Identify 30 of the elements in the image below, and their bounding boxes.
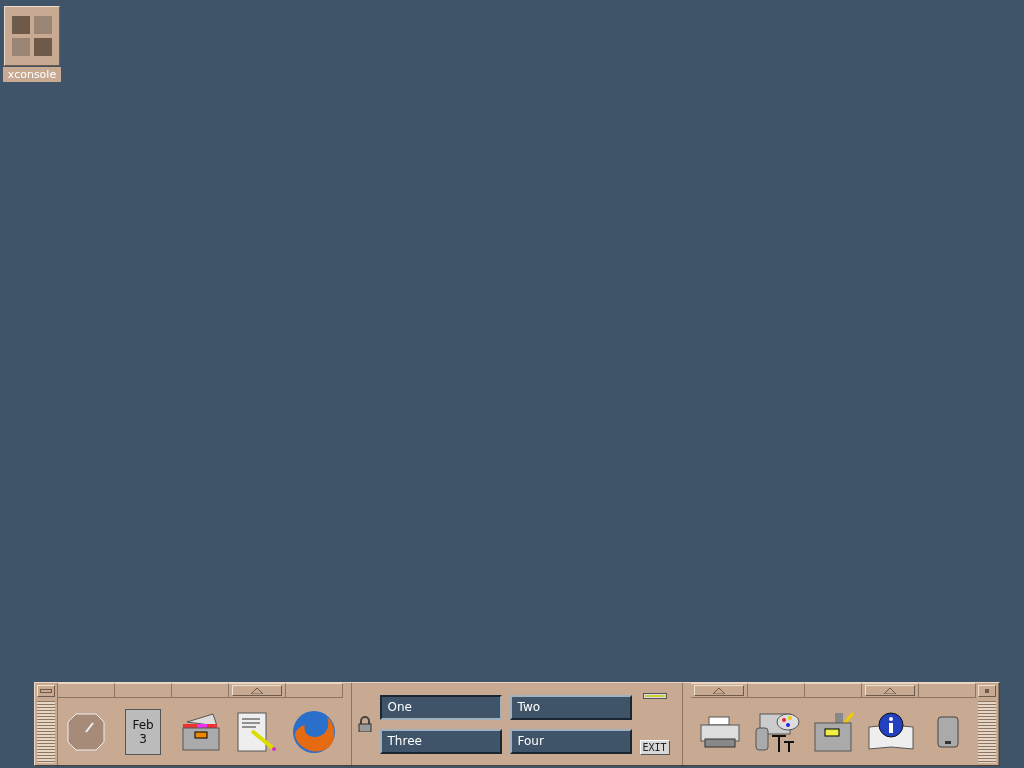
trash-can-icon[interactable] [936,714,960,749]
exit-button[interactable]: EXIT [639,740,670,755]
desktop-icon-label: xconsole [3,67,61,82]
calendar-icon[interactable]: Feb 3 [125,708,162,755]
file-drawer-icon[interactable] [179,711,222,752]
console-icon[interactable] [4,6,60,66]
triangle-icon [884,687,897,694]
info-book-icon[interactable] [867,710,915,753]
printer-icon[interactable] [699,714,741,749]
workspace-button[interactable]: Three [379,728,502,754]
workspace-button[interactable]: Four [509,728,632,754]
padlock-icon[interactable] [357,716,372,732]
menu-button[interactable] [37,685,55,697]
busy-light-icon [642,693,667,699]
toolbox-icon[interactable] [813,710,855,753]
subpanel-arrow-button[interactable] [865,685,916,696]
drag-handle[interactable] [978,701,996,763]
triangle-icon [250,687,263,694]
workspace-button[interactable]: One [379,694,502,720]
notepad-pencil-icon[interactable] [236,710,279,753]
calendar-month: Feb [132,717,154,732]
workspace-button[interactable]: Two [509,694,632,720]
clock-icon[interactable] [66,711,107,752]
subpanel-arrow-button[interactable] [231,685,282,696]
triangle-icon [713,687,726,694]
minimize-button[interactable] [978,685,996,697]
drag-handle[interactable] [37,701,55,763]
calendar-day: 3 [139,731,147,746]
subpanel-arrow-button[interactable] [694,685,745,696]
bar-icon [39,689,52,693]
